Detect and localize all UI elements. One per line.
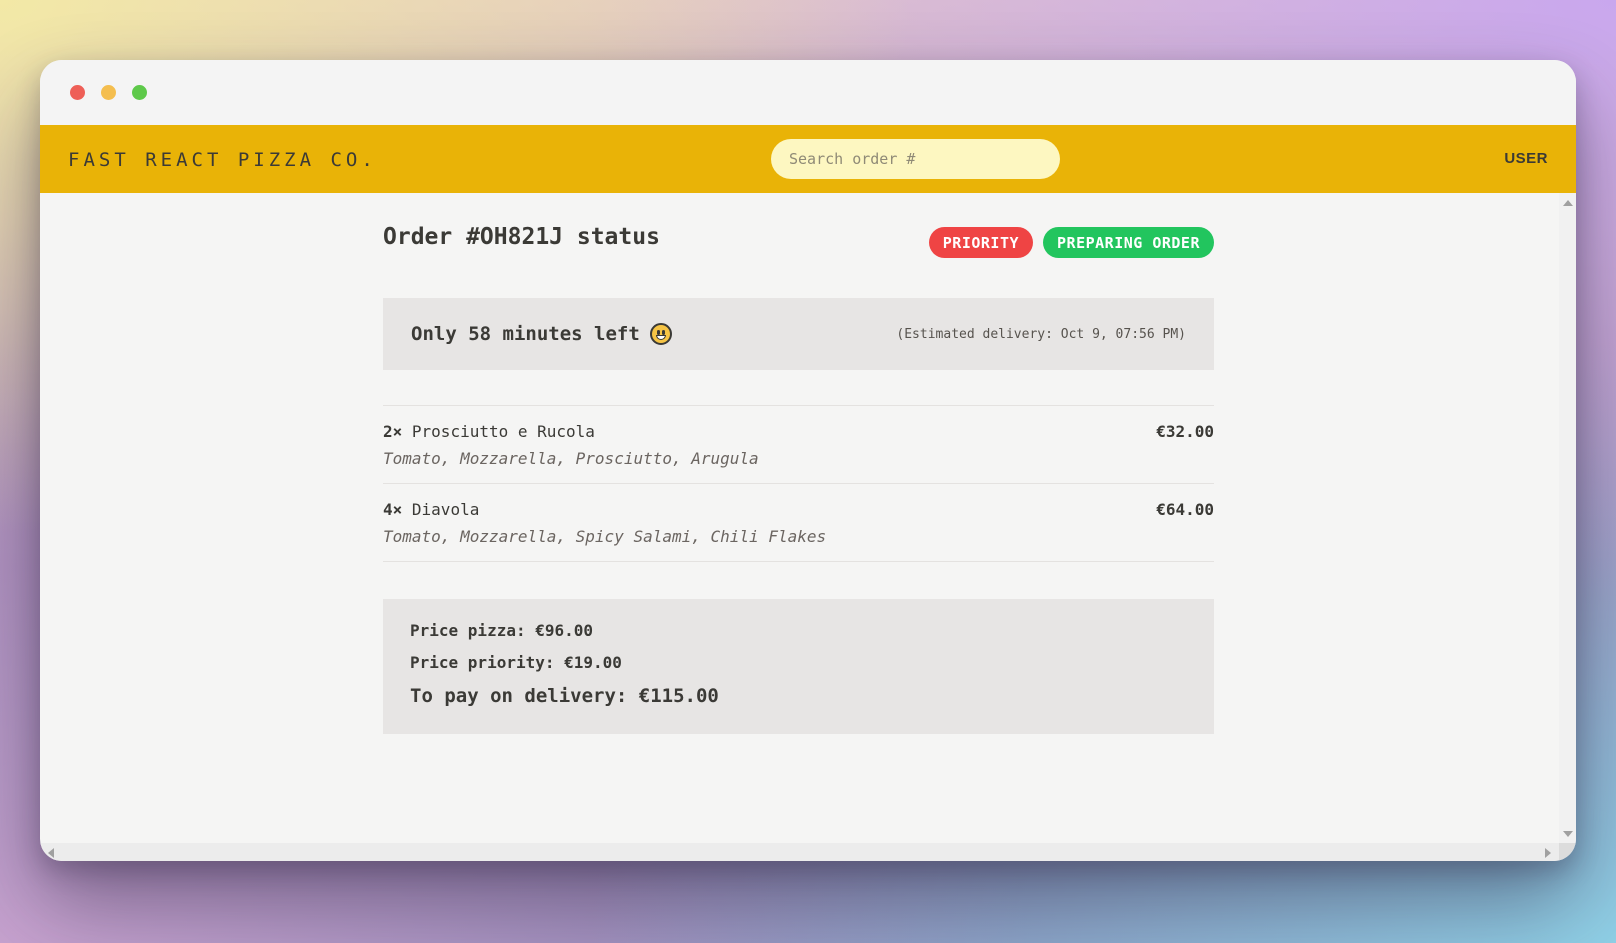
estimated-delivery: (Estimated delivery: Oct 9, 07:56 PM) [896,326,1186,342]
scrollbar-corner [1559,843,1576,861]
close-window-button[interactable] [70,85,85,100]
page-title: Order #OH821J status [383,224,660,250]
app-header: Fast React Pizza Co. USER [40,125,1576,193]
priority-badge: Priority [928,227,1034,258]
list-item: 4× Diavola €64.00 Tomato, Mozzarella, Sp… [383,484,1214,562]
price-pizza: Price pizza: €96.00 [410,621,594,640]
item-ingredients: Tomato, Mozzarella, Spicy Salami, Chili … [383,527,827,546]
item-price: €32.00 [1156,422,1214,441]
eta-panel: Only 58 minutes left (Estimated delivery… [383,298,1214,370]
status-badge: Preparing order [1043,227,1214,258]
grinning-face-icon [649,323,672,345]
main-content: Order #OH821J status Priority Preparing … [40,193,1576,861]
logo-link[interactable]: Fast React Pizza Co. [68,149,377,171]
item-name: Prosciutto e Rucola [411,422,595,441]
item-name: Diavola [411,500,480,519]
totals-panel: Price pizza: €96.00 Price priority: €19.… [383,599,1214,734]
search-order-input[interactable] [771,139,1060,179]
item-ingredients: Tomato, Mozzarella, Prosciutto, Arugula [383,449,759,468]
title-bar [40,60,1576,125]
vertical-scrollbar[interactable] [1559,193,1576,843]
scroll-up-icon[interactable] [1563,200,1573,206]
price-priority: Price priority: €19.00 [410,653,622,672]
scroll-right-icon[interactable] [1545,848,1551,858]
to-pay-total: To pay on delivery: €115.00 [410,685,719,707]
list-item: 2× Prosciutto e Rucola €32.00 Tomato, Mo… [383,406,1214,484]
item-price: €64.00 [1156,500,1214,519]
maximize-window-button[interactable] [132,85,147,100]
item-quantity: 4× [383,500,403,519]
order-items-list: 2× Prosciutto e Rucola €32.00 Tomato, Mo… [383,405,1214,562]
horizontal-scrollbar[interactable] [40,843,1559,861]
scroll-left-icon[interactable] [48,848,54,858]
scroll-down-icon[interactable] [1563,831,1573,837]
eta-text: Only 58 minutes left [411,323,640,345]
status-badges: Priority Preparing order [928,227,1214,258]
minimize-window-button[interactable] [101,85,116,100]
item-quantity: 2× [383,422,403,441]
browser-window: Fast React Pizza Co. USER Order #OH821J … [40,60,1576,861]
username: USER [1504,150,1548,167]
